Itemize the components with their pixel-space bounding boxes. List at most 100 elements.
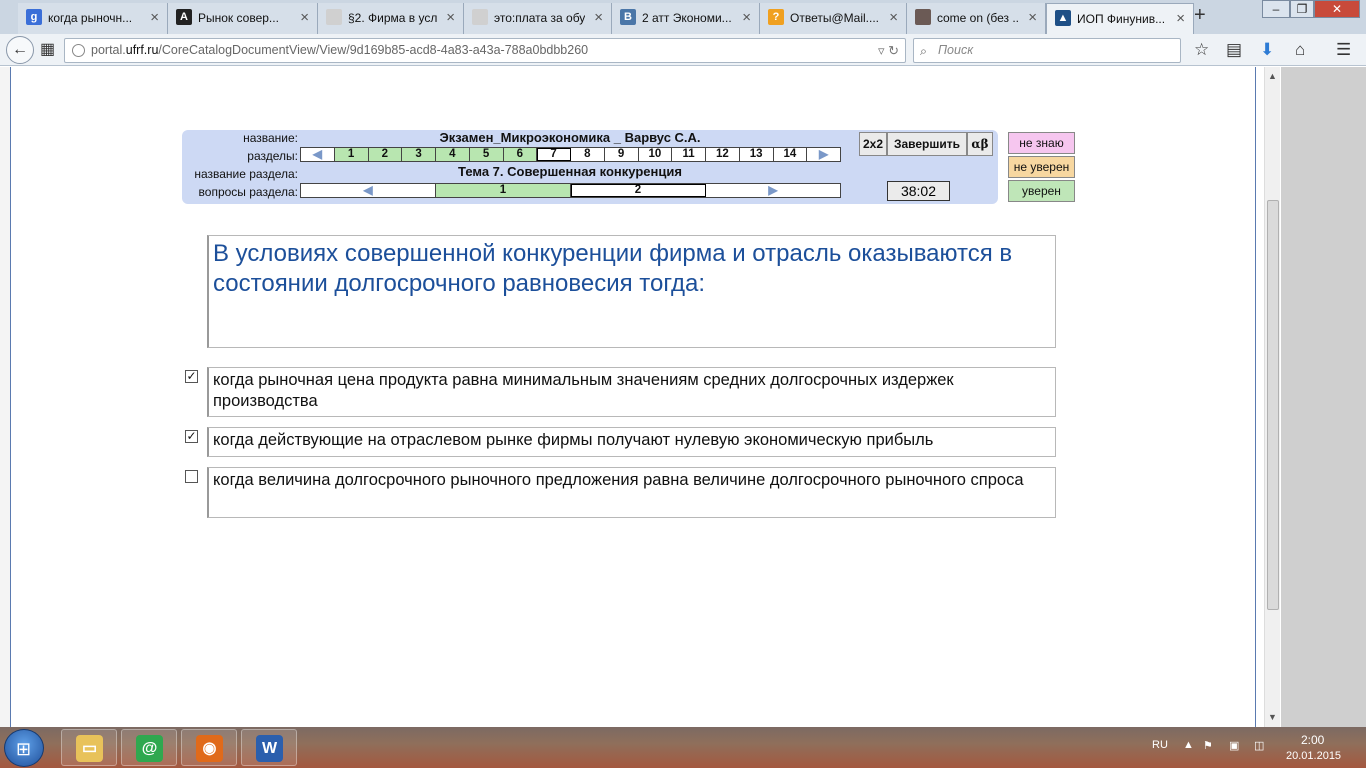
browser-tab[interactable]: g когда рыночн... ×: [18, 3, 168, 34]
tab-title: come on (без ...: [937, 11, 1019, 25]
blank-page-icon: [326, 9, 342, 25]
browser-tab[interactable]: B 2 атт Экономи... ×: [612, 3, 760, 34]
section-button[interactable]: 10: [638, 148, 673, 161]
label-section-name: название раздела:: [194, 167, 298, 181]
close-tab-icon[interactable]: ×: [150, 9, 159, 26]
downloads-icon[interactable]: ⬇: [1260, 40, 1274, 60]
flag-icon[interactable]: ⚑: [1203, 739, 1213, 752]
label-sections: разделы:: [247, 149, 298, 163]
start-button[interactable]: ⊞: [4, 729, 44, 767]
tray-expand-icon[interactable]: ▲: [1183, 739, 1194, 751]
close-tab-icon[interactable]: ×: [742, 9, 751, 26]
section-button[interactable]: 4: [436, 148, 470, 161]
alphabet-button[interactable]: αβ: [967, 132, 993, 156]
answer-checkbox[interactable]: ✓: [185, 370, 198, 383]
answer-option[interactable]: когда рыночная цена продукта равна миним…: [207, 367, 1056, 417]
section-button[interactable]: 11: [672, 148, 706, 161]
answer-checkbox[interactable]: ✓: [185, 430, 198, 443]
section-button[interactable]: 6: [503, 148, 538, 161]
section-button[interactable]: 3: [402, 148, 436, 161]
confidence-button[interactable]: уверен: [1008, 180, 1075, 202]
section-button[interactable]: 14: [773, 148, 808, 161]
library-icon[interactable]: ▦: [40, 39, 55, 59]
label-section-questions: вопросы раздела:: [198, 185, 298, 199]
section-button[interactable]: 13: [739, 148, 774, 161]
section-button[interactable]: 8: [571, 148, 605, 161]
tab-title: Ответы@Mail....: [790, 11, 879, 25]
close-tab-icon[interactable]: ×: [1028, 9, 1037, 26]
finish-button[interactable]: Завершить: [887, 132, 967, 156]
question-button[interactable]: 1: [436, 184, 571, 197]
answer-option[interactable]: когда величина долгосрочного рыночного п…: [207, 467, 1056, 518]
windows-logo-icon: ⊞: [16, 739, 32, 759]
confidence-button[interactable]: не знаю: [1008, 132, 1075, 154]
browser-tab[interactable]: §2. Фирма в усл... ×: [318, 3, 464, 34]
taskbar-app-mail-agent[interactable]: @: [121, 729, 177, 766]
next-section-arrow-icon[interactable]: ▶: [807, 148, 840, 161]
close-tab-icon[interactable]: ×: [1176, 10, 1185, 27]
prev-question-arrow-icon[interactable]: ◀: [301, 184, 436, 197]
section-button[interactable]: 1: [334, 148, 369, 161]
search-input[interactable]: ⌕ Поиск: [913, 38, 1181, 63]
google-icon: g: [26, 9, 42, 25]
close-tab-icon[interactable]: ×: [446, 9, 455, 26]
bookmark-star-icon[interactable]: ☆: [1194, 40, 1209, 60]
home-icon[interactable]: ⌂: [1295, 40, 1305, 60]
back-button[interactable]: ←: [6, 36, 34, 64]
language-indicator[interactable]: RU: [1152, 739, 1168, 751]
photo-icon: [915, 9, 931, 25]
url-bar[interactable]: portal.ufrf.ru/CoreCatalogDocumentView/V…: [64, 38, 906, 63]
question-button[interactable]: 2: [571, 184, 706, 197]
scroll-up-icon[interactable]: ▲: [1268, 71, 1277, 81]
browser-tab[interactable]: ▲ ИОП Финунив... ×: [1046, 3, 1194, 34]
vertical-scrollbar[interactable]: ▲ ▼: [1264, 67, 1280, 727]
tab-title: §2. Фирма в усл...: [348, 11, 437, 25]
close-window-button[interactable]: ✕: [1314, 0, 1360, 18]
label-name: название:: [243, 131, 298, 145]
grid-2x2-button[interactable]: 2x2: [859, 132, 887, 156]
url-path: /CoreCatalogDocumentView/View/9d169b85-a…: [158, 43, 589, 57]
taskbar-app-word[interactable]: W: [241, 729, 297, 766]
browser-tab[interactable]: это:плата за обуч... ×: [464, 3, 612, 34]
answer-option[interactable]: когда действующие на отраслевом рынке фи…: [207, 427, 1056, 457]
menu-icon[interactable]: ☰: [1336, 40, 1351, 60]
clock-time[interactable]: 2:00: [1301, 733, 1324, 747]
taskbar-app-explorer[interactable]: ▭: [61, 729, 117, 766]
url-domain: ufrf.ru: [125, 43, 159, 57]
minimize-button[interactable]: –: [1262, 0, 1290, 18]
close-tab-icon[interactable]: ×: [300, 9, 309, 26]
maximize-button[interactable]: ❐: [1290, 0, 1314, 18]
browser-tab[interactable]: ? Ответы@Mail.... ×: [760, 3, 907, 34]
taskbar-app-firefox[interactable]: ◉: [181, 729, 237, 766]
new-tab-button[interactable]: +: [1194, 4, 1206, 27]
frame-border-left: [10, 67, 11, 727]
volume-icon[interactable]: ◫: [1254, 739, 1264, 752]
answer-checkbox[interactable]: [185, 470, 198, 483]
clock-date[interactable]: 20.01.2015: [1286, 750, 1341, 762]
network-icon[interactable]: ▣: [1229, 739, 1239, 752]
section-button[interactable]: 7: [537, 148, 571, 161]
section-button[interactable]: 2: [368, 148, 403, 161]
scroll-thumb[interactable]: [1267, 200, 1279, 610]
folder-icon: ▭: [76, 735, 103, 762]
prev-section-arrow-icon[interactable]: ◀: [301, 148, 335, 161]
exam-title: Экзамен_Микроэкономика _ Варвус С.А.: [439, 130, 701, 145]
a-letter-icon: A: [176, 9, 192, 25]
reading-list-icon[interactable]: ▤: [1226, 40, 1242, 60]
close-tab-icon[interactable]: ×: [889, 9, 898, 26]
confidence-button[interactable]: не уверен: [1008, 156, 1075, 178]
next-question-arrow-icon[interactable]: ▶: [706, 184, 840, 197]
search-placeholder: Поиск: [938, 43, 974, 57]
browser-tab[interactable]: come on (без ... ×: [907, 3, 1046, 34]
browser-tab[interactable]: A Рынок совер... ×: [168, 3, 318, 34]
close-tab-icon[interactable]: ×: [594, 9, 603, 26]
windows-taskbar: ⊞ ▭ @ ◉ W RU ▲ ⚑ ▣ ◫ 2:00 20.01.2015: [0, 727, 1366, 768]
section-button[interactable]: 5: [469, 148, 504, 161]
browser-nav-bar: ← ▦ portal.ufrf.ru/CoreCatalogDocumentVi…: [0, 34, 1366, 66]
section-button[interactable]: 12: [706, 148, 740, 161]
scroll-down-icon[interactable]: ▼: [1268, 712, 1277, 722]
reload-icon[interactable]: ▿ ↻: [878, 39, 899, 62]
section-button[interactable]: 9: [604, 148, 639, 161]
section-title: Тема 7. Совершенная конкуренция: [458, 164, 682, 179]
tab-title: ИОП Финунив...: [1077, 12, 1166, 26]
